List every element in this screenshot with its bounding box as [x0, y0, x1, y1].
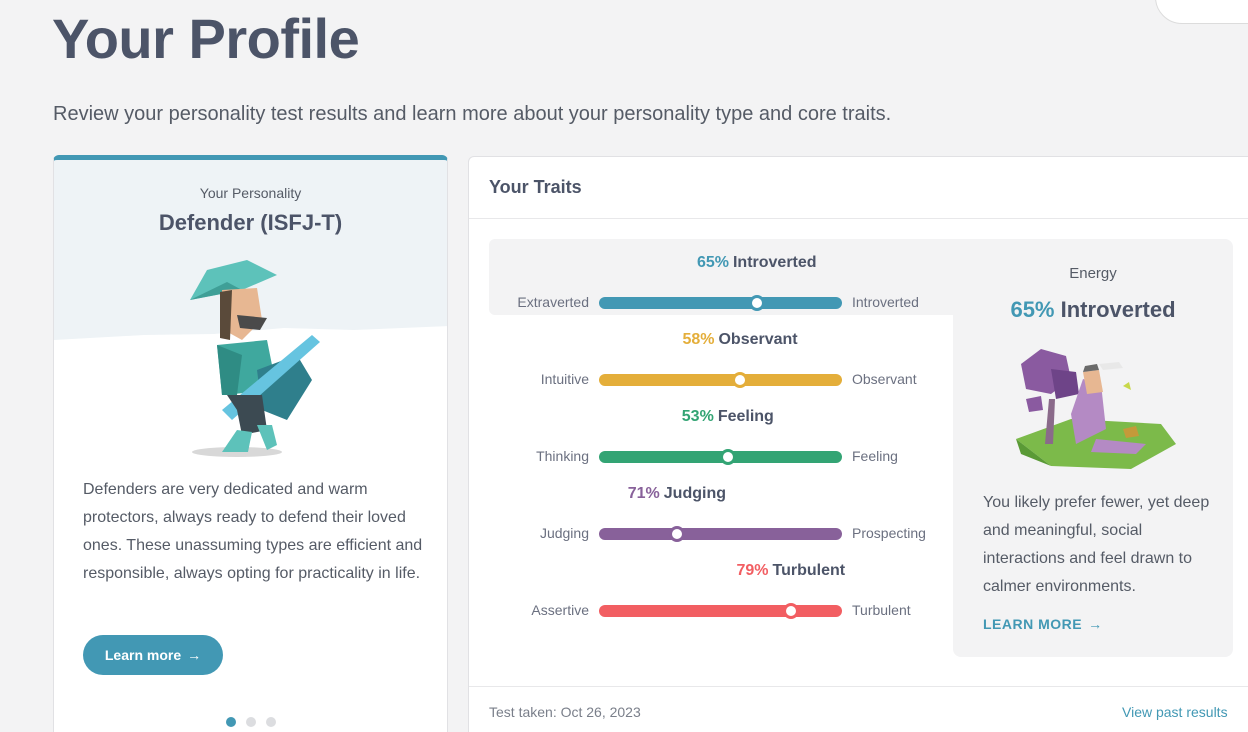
trait-percent: 65% [696, 254, 729, 271]
page-subtitle: Review your personality test results and… [53, 103, 892, 125]
energy-description: You likely prefer fewer, yet deep and me… [983, 494, 1210, 595]
trait-knob [782, 603, 799, 619]
page-title: Your Profile [52, 7, 360, 70]
trait-knob [719, 449, 736, 465]
trait-percent: 79% [736, 562, 769, 579]
trait-row[interactable]: 65% Introverted Extraverted Introverted [489, 254, 954, 314]
trait-heading: 79% Turbulent [736, 562, 845, 580]
trait-row[interactable]: 58% Observant Intuitive Observant [489, 331, 954, 391]
trait-percent: 53% [681, 408, 714, 425]
top-pill-button[interactable] [1155, 0, 1248, 24]
trait-knob [668, 526, 685, 542]
trait-knob [748, 295, 765, 311]
arrow-right-icon: → [187, 647, 202, 663]
carousel-dot[interactable] [266, 717, 276, 727]
traits-header: Your Traits [469, 157, 1248, 219]
trait-heading: 53% Feeling [682, 408, 774, 426]
trait-bar [599, 605, 842, 617]
traits-title: Your Traits [489, 177, 582, 197]
defender-illustration-icon [190, 260, 320, 457]
energy-learn-more-link[interactable]: LEARN MORE → [983, 616, 1103, 632]
traits-footer: Test taken: Oct 26, 2023 View past resul… [469, 686, 1248, 732]
trait-label: Feeling [717, 408, 774, 425]
view-past-results-link[interactable]: View past results [1122, 704, 1228, 720]
traits-card: Your Traits 65% Introverted Extraverted Int… [468, 156, 1248, 732]
carousel-dot[interactable] [226, 717, 236, 727]
trait-right-pole: Introverted [852, 294, 919, 310]
trait-percent: 71% [627, 485, 660, 502]
test-taken-date: Test taken: Oct 26, 2023 [489, 704, 641, 720]
learn-more-label: Learn more [104, 647, 182, 663]
trait-right-pole: Observant [852, 371, 917, 387]
energy-percent: 65% [1010, 297, 1055, 322]
trait-left-pole: Extraverted [517, 294, 589, 310]
trait-right-pole: Prospecting [852, 525, 926, 541]
learn-more-button[interactable]: Learn more → [83, 635, 223, 675]
trait-bar [599, 297, 842, 309]
trait-left-pole: Intuitive [540, 371, 589, 387]
personality-card: Your Personality Defender (ISFJ-T) Defen… [53, 155, 448, 732]
trait-label: Judging [663, 485, 726, 502]
trait-label: Introverted [732, 254, 817, 271]
trait-percent: 58% [682, 331, 715, 348]
trait-right-pole: Turbulent [852, 602, 911, 618]
trait-knob [731, 372, 748, 388]
trait-row[interactable]: 79% Turbulent Assertive Turbulent [489, 562, 954, 622]
trait-left-pole: Assertive [531, 602, 589, 618]
trait-heading: 58% Observant [682, 331, 797, 349]
personality-kicker: Your Personality [199, 185, 302, 201]
personality-description: Defenders are very dedicated and warm pr… [83, 481, 423, 582]
trait-label: Turbulent [772, 562, 846, 579]
carousel-dots [226, 717, 276, 727]
trait-right-pole: Feeling [852, 448, 898, 464]
carousel-dot[interactable] [246, 717, 256, 727]
energy-panel: Energy 65% Introverted You likely prefer… [953, 239, 1233, 657]
energy-learn-more-label: LEARN MORE [983, 616, 1083, 632]
personality-type: Defender (ISFJ-T) [158, 210, 343, 235]
trait-row[interactable]: 53% Feeling Thinking Feeling [489, 408, 954, 468]
trait-label: Observant [718, 331, 798, 348]
energy-value: 65% Introverted [953, 297, 1233, 323]
energy-label: Introverted [1060, 297, 1176, 322]
trait-bar [599, 374, 842, 386]
trait-row[interactable]: 71% Judging Judging Prospecting [489, 485, 954, 545]
arrow-right-icon: → [1088, 616, 1103, 632]
introvert-reading-illustration-icon [1016, 349, 1176, 469]
trait-heading: 65% Introverted [697, 254, 817, 272]
energy-kicker: Energy [1069, 265, 1117, 282]
trait-left-pole: Judging [539, 525, 589, 541]
trait-heading: 71% Judging [628, 485, 726, 503]
trait-left-pole: Thinking [536, 448, 589, 464]
trait-bar [599, 528, 842, 540]
